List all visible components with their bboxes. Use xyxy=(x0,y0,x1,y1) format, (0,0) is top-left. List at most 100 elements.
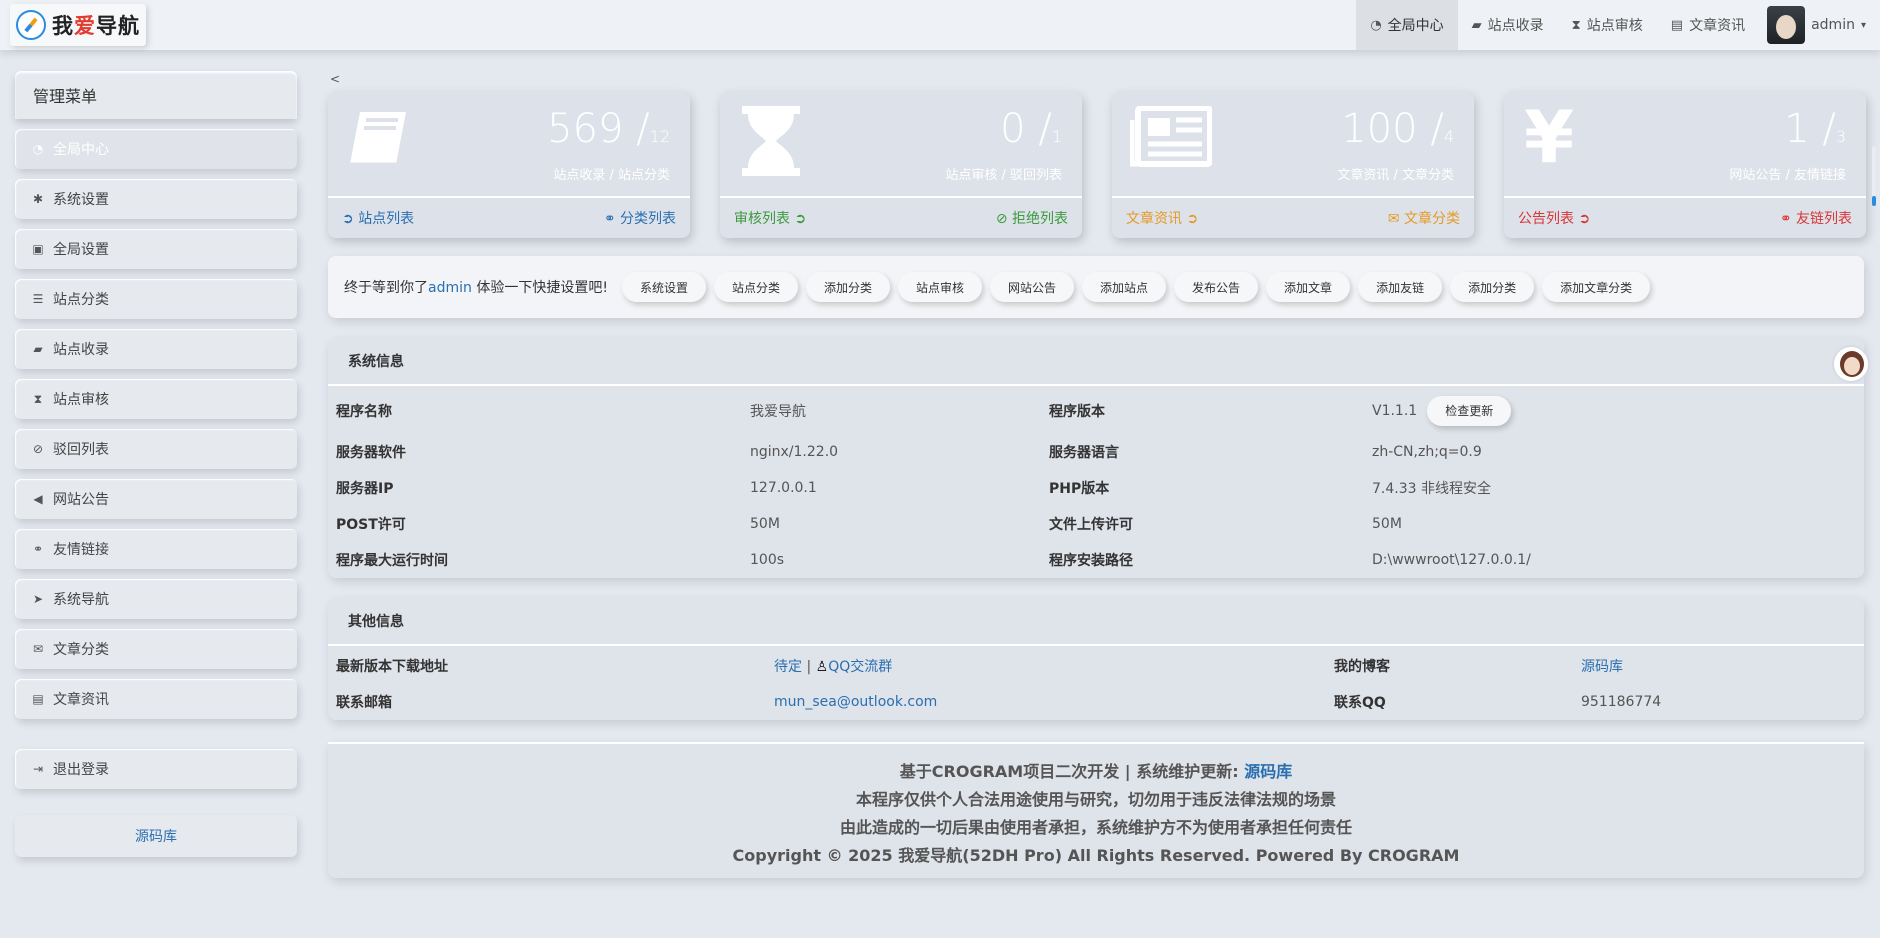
quick-announcement-button[interactable]: 网站公告 xyxy=(990,272,1075,302)
sidebar-item-site-collection[interactable]: ▰ 站点收录 xyxy=(15,329,297,369)
system-info-panel: 系统信息 程序名称 我爱导航 程序版本 V1.1.1 检查更新 服务器软件 ngi… xyxy=(328,338,1864,578)
handshake-icon: ⚭ xyxy=(603,211,620,227)
source-repo-link[interactable]: 源码库 xyxy=(15,815,297,857)
other-info-panel: 其他信息 最新版本下载地址 待定 | ♙QQ交流群 我的博客 源码库 联系邮箱 … xyxy=(328,598,1864,720)
footer-line-2: 本程序仅供个人合法用途使用与研究，切勿用于违反法律法规的场景 xyxy=(855,790,1336,809)
stat-caption: 网站公告 / 友情链接 xyxy=(1729,168,1846,183)
hourglass-icon xyxy=(738,106,804,187)
sidebar-item-articles[interactable]: ▤ 文章资讯 xyxy=(15,679,297,719)
panel-title: 系统信息 xyxy=(328,338,1864,386)
announcement-list-link[interactable]: 公告列表 ➲ xyxy=(1518,208,1590,228)
quick-add-article-button[interactable]: 添加文章 xyxy=(1266,272,1351,302)
site-logo[interactable]: 我爱导航 xyxy=(10,4,146,46)
review-list-link[interactable]: 审核列表 ➲ xyxy=(734,208,806,228)
info-key: 程序版本 xyxy=(1049,404,1105,420)
info-key: POST许可 xyxy=(336,517,406,533)
stat-value: 1 /3 xyxy=(1784,106,1846,152)
handshake-icon: ⚭ xyxy=(32,542,44,556)
stat-card-articles: 100 /4 文章资讯 / 文章分类 文章资讯 ➲ ✉ 文章分类 xyxy=(1112,92,1474,238)
sidebar-item-label: 友情链接 xyxy=(53,542,109,558)
info-value: 50M xyxy=(750,516,780,532)
stat-card-review: 0 /1 站点审核 / 驳回列表 审核列表 ➲ ⊘ 拒绝列表 xyxy=(720,92,1082,238)
quick-add-site-button[interactable]: 添加站点 xyxy=(1082,272,1167,302)
sidebar-item-label: 站点分类 xyxy=(53,292,109,308)
topnav-dashboard[interactable]: ◔ 全局中心 xyxy=(1356,0,1458,50)
sidebar-item-dashboard[interactable]: ◔ 全局中心 xyxy=(15,129,297,169)
welcome-username[interactable]: admin xyxy=(428,280,472,296)
stat-caption: 站点审核 / 驳回列表 xyxy=(945,168,1062,183)
table-row: POST许可 50M 文件上传许可 50M xyxy=(328,506,1864,542)
info-key: 服务器语言 xyxy=(1049,445,1119,461)
table-row: 服务器IP 127.0.0.1 PHP版本 7.4.33 非线程安全 xyxy=(328,470,1864,506)
sidebar-item-label: 系统导航 xyxy=(53,592,109,608)
sidebar-item-system-settings[interactable]: ✱ 系统设置 xyxy=(15,179,297,219)
quick-site-category-button[interactable]: 站点分类 xyxy=(713,272,798,302)
sidebar-item-system-nav[interactable]: ➤ 系统导航 xyxy=(15,579,297,619)
logout-button[interactable]: ⇥ 退出登录 xyxy=(15,749,297,789)
sidebar-item-site-review[interactable]: ⧗ 站点审核 xyxy=(15,379,297,419)
image-icon: ▣ xyxy=(32,242,44,256)
friend-link-list-link[interactable]: ⚭ 友链列表 xyxy=(1780,208,1852,228)
quick-add-category-button[interactable]: 添加分类 xyxy=(805,272,890,302)
floating-assistant-avatar[interactable] xyxy=(1832,345,1870,383)
arrow-circle-right-icon: ➲ xyxy=(790,211,807,227)
gear-icon: ✱ xyxy=(32,192,44,206)
bullhorn-icon: ◀ xyxy=(33,492,43,506)
sidebar-item-announcements[interactable]: ◀ 网站公告 xyxy=(15,479,297,519)
sidebar-item-rejected[interactable]: ⊘ 驳回列表 xyxy=(15,429,297,469)
quick-publish-announcement-button[interactable]: 发布公告 xyxy=(1174,272,1259,302)
qq-group-link[interactable]: QQ交流群 xyxy=(828,659,892,675)
check-update-button[interactable]: 检查更新 xyxy=(1427,396,1512,426)
blog-link[interactable]: 源码库 xyxy=(1581,659,1623,675)
quick-add-category-button-2[interactable]: 添加分类 xyxy=(1450,272,1535,302)
sidebar-item-site-category[interactable]: ☰ 站点分类 xyxy=(15,279,297,319)
info-value: 50M xyxy=(1372,516,1402,532)
email-link[interactable]: mun_sea@outlook.com xyxy=(774,694,937,710)
page-footer: 基于CROGRAM项目二次开发 | 系统维护更新: 源码库 本程序仅供个人合法用… xyxy=(328,742,1864,878)
footer-copyright: Copyright © 2025 我爱导航(52DH Pro) All Righ… xyxy=(732,846,1460,865)
hourglass-icon: ⧗ xyxy=(1571,17,1581,33)
topnav-review[interactable]: ⧗ 站点审核 xyxy=(1558,0,1657,50)
info-value: mun_sea@outlook.com xyxy=(766,684,1326,720)
topnav-label: 全局中心 xyxy=(1387,18,1444,34)
rejected-list-link[interactable]: ⊘ 拒绝列表 xyxy=(996,208,1068,228)
caret-down-icon: ▾ xyxy=(1860,19,1866,31)
quick-add-article-category-button[interactable]: 添加文章分类 xyxy=(1542,272,1651,302)
article-list-link[interactable]: 文章资讯 ➲ xyxy=(1126,208,1198,228)
yen-icon: ¥ xyxy=(1524,95,1575,179)
envelope-icon: ✉ xyxy=(1387,211,1404,227)
quick-system-settings-button[interactable]: 系统设置 xyxy=(621,272,706,302)
penguin-icon: ♙ xyxy=(815,659,829,675)
info-value: D:\wwwroot\127.0.0.1/ xyxy=(1372,552,1531,568)
article-category-link[interactable]: ✉ 文章分类 xyxy=(1388,208,1460,228)
sidebar-item-article-category[interactable]: ✉ 文章分类 xyxy=(15,629,297,669)
site-list-link[interactable]: ➲ 站点列表 xyxy=(342,208,414,228)
arrow-circle-right-icon: ➲ xyxy=(342,211,359,227)
collapse-sidebar-toggle[interactable]: < xyxy=(330,72,340,86)
sidebar-item-friend-links[interactable]: ⚭ 友情链接 xyxy=(15,529,297,569)
quick-site-review-button[interactable]: 站点审核 xyxy=(897,272,982,302)
topnav-sites[interactable]: ▰ 站点收录 xyxy=(1458,0,1558,50)
category-list-link[interactable]: ⚭ 分类列表 xyxy=(604,208,676,228)
sidebar-item-global-settings[interactable]: ▣ 全局设置 xyxy=(15,229,297,269)
stat-value: 0 /1 xyxy=(1000,106,1062,152)
sidebar-item-label: 站点审核 xyxy=(53,392,109,408)
arrow-circle-right-icon: ➲ xyxy=(1574,211,1591,227)
footer-source-link[interactable]: 源码库 xyxy=(1244,762,1292,781)
download-link[interactable]: 待定 xyxy=(774,659,802,675)
avatar xyxy=(1767,6,1806,44)
quick-add-friend-link-button[interactable]: 添加友链 xyxy=(1358,272,1443,302)
info-value: 127.0.0.1 xyxy=(750,480,817,496)
info-value: 7.4.33 非线程安全 xyxy=(1372,481,1491,497)
info-value: 我爱导航 xyxy=(750,404,806,420)
hourglass-icon: ⧗ xyxy=(33,391,43,406)
info-key: 联系邮箱 xyxy=(336,695,392,711)
scrollbar[interactable] xyxy=(1872,146,1876,206)
dashboard-icon: ◔ xyxy=(32,142,44,156)
table-row: 程序最大运行时间 100s 程序安装路径 D:\wwwroot\127.0.0.… xyxy=(328,542,1864,578)
topnav-articles[interactable]: ▤ 文章资讯 xyxy=(1657,0,1759,50)
book-icon xyxy=(346,106,416,183)
sidebar-title: 管理菜单 xyxy=(15,71,297,119)
user-menu[interactable]: admin ▾ xyxy=(1759,0,1880,50)
system-info-table: 程序名称 我爱导航 程序版本 V1.1.1 检查更新 服务器软件 nginx/1.… xyxy=(328,388,1864,578)
